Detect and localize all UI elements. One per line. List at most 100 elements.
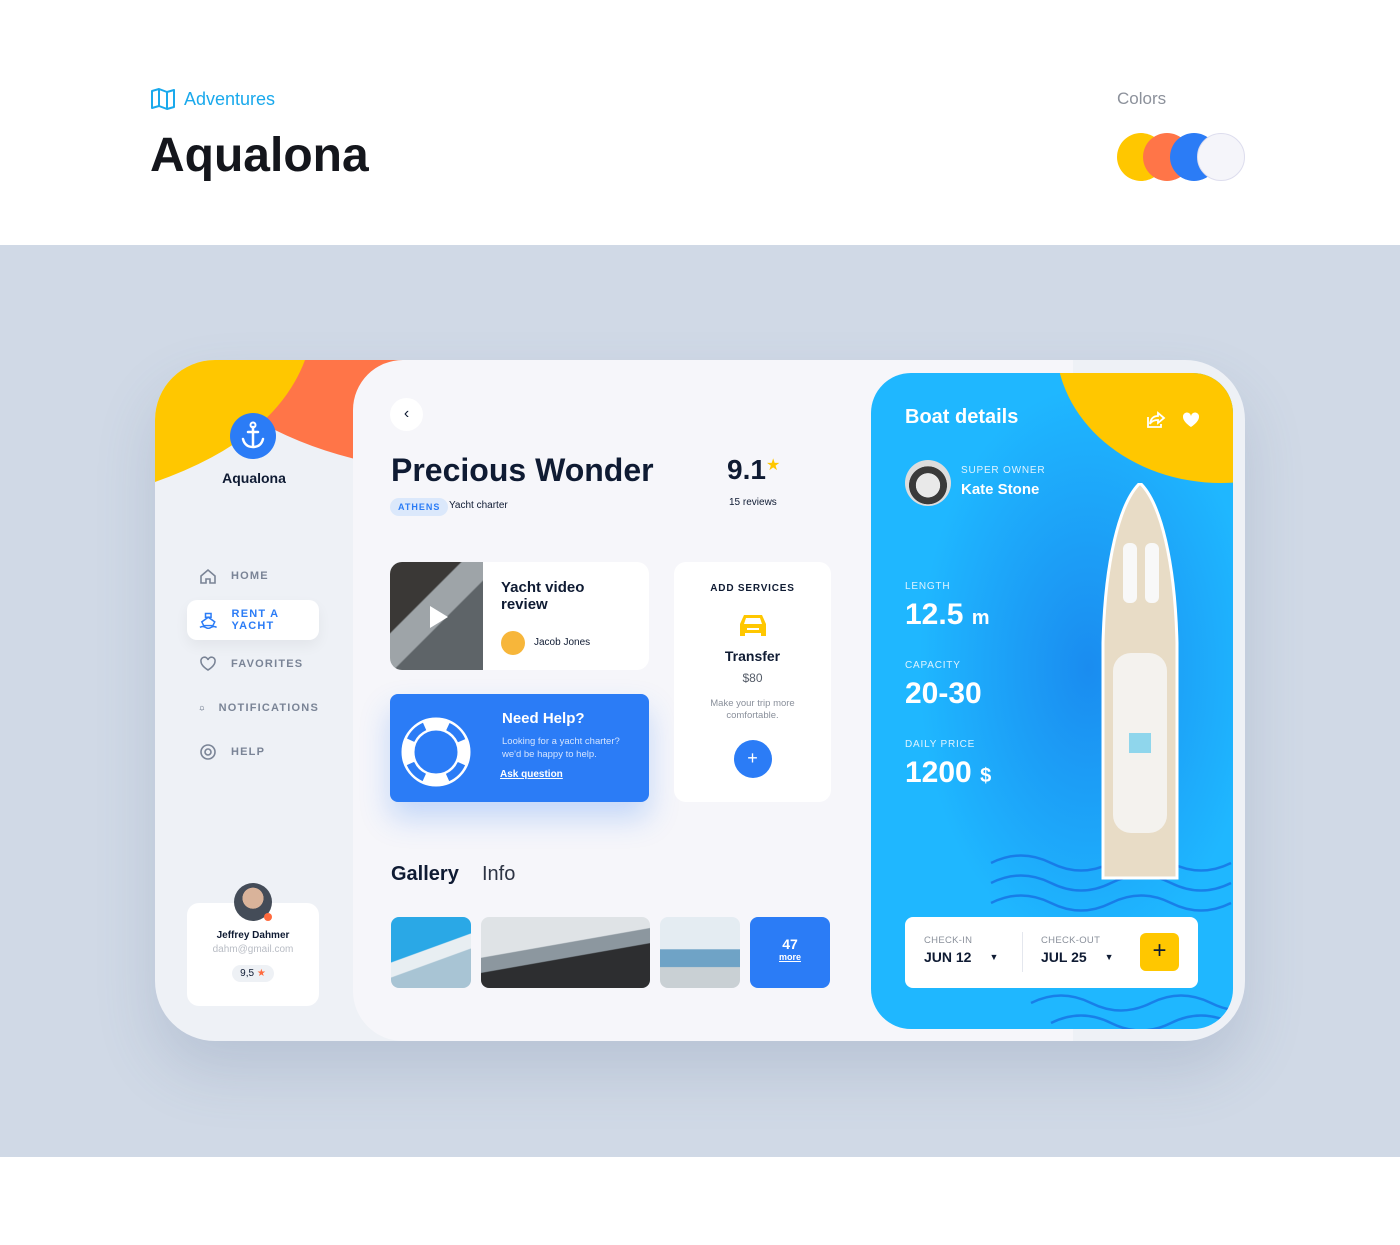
services-card: ADD SERVICES Transfer $80 Make your trip… xyxy=(674,562,831,802)
service-description: Make your trip more comfortable. xyxy=(674,698,831,722)
price-unit: $ xyxy=(980,765,992,787)
length-value: 12.5 m xyxy=(905,598,990,632)
page-title: Aqualona xyxy=(150,129,369,182)
sidebar-item-favorites[interactable]: FAVORITES xyxy=(187,644,319,684)
service-price: $80 xyxy=(742,671,763,685)
user-rating-badge: 9,5 ★ xyxy=(232,965,274,982)
category-label: Adventures xyxy=(184,88,276,109)
length-number: 12.5 xyxy=(905,598,964,631)
yacht-image xyxy=(1101,483,1179,880)
colors-label: Colors xyxy=(1117,89,1167,108)
tab-gallery[interactable]: Gallery xyxy=(391,863,459,886)
help-card: Need Help? Looking for a yacht charter? w… xyxy=(390,694,649,802)
nav-label: RENT A YACHT xyxy=(231,608,279,632)
details-title: Boat details xyxy=(905,406,1019,428)
sidebar-nav: HOME RENT A YACHT FAVORITES NOTIFICATION… xyxy=(187,556,319,772)
sidebar-item-help[interactable]: HELP xyxy=(187,732,319,772)
sidebar-item-rent-a-yacht[interactable]: RENT A YACHT xyxy=(187,600,319,640)
price-value: 1200 $ xyxy=(905,756,991,790)
help-title: Need Help? xyxy=(502,710,585,727)
video-title: Yacht video review xyxy=(501,579,584,613)
user-card[interactable]: Jeffrey Dahmer dahm@gmail.com 9,5 ★ xyxy=(187,883,319,1006)
star-icon: ★ xyxy=(766,457,781,474)
service-name: Transfer xyxy=(724,648,781,664)
checkin-label: CHECK-IN xyxy=(924,935,973,946)
category-link[interactable]: Adventures xyxy=(150,87,275,111)
map-icon xyxy=(151,88,175,110)
checkin-select[interactable]: JUN 12 ▼ xyxy=(924,949,998,965)
help-line: Looking for a yacht charter? xyxy=(502,736,620,747)
caret-down-icon: ▼ xyxy=(989,952,999,962)
star-icon: ★ xyxy=(256,968,266,979)
home-icon xyxy=(200,568,216,584)
owner-label: SUPER OWNER xyxy=(961,465,1046,476)
checkout-label: CHECK-OUT xyxy=(1041,935,1101,946)
nav-label: HELP xyxy=(231,746,266,758)
lifebuoy-icon xyxy=(200,744,216,760)
video-title-line: Yacht video xyxy=(501,579,585,596)
nav-label: NOTIFICATIONS xyxy=(218,702,319,714)
booking-bar: CHECK-IN JUN 12 ▼ CHECK-OUT JUL 25 ▼ + xyxy=(905,917,1198,988)
sidebar-item-notifications[interactable]: NOTIFICATIONS xyxy=(187,688,319,728)
video-author: Jacob Jones xyxy=(534,637,591,648)
chevron-left-icon: ‹ xyxy=(403,405,410,422)
gallery-image[interactable] xyxy=(391,917,471,988)
ship-icon xyxy=(199,612,218,629)
gallery-more-count: 47 xyxy=(782,936,798,952)
service-desc-line: comfortable. xyxy=(726,710,779,721)
video-title-line: review xyxy=(501,596,548,613)
gallery-more-label: more xyxy=(778,952,801,962)
caret-down-icon: ▼ xyxy=(1104,952,1114,962)
checkout-select[interactable]: JUL 25 ▼ xyxy=(1041,949,1114,965)
length-label: LENGTH xyxy=(905,581,951,592)
gallery-more-button[interactable]: 47 more xyxy=(750,917,830,988)
share-icon[interactable] xyxy=(1146,411,1166,429)
gallery-image[interactable] xyxy=(660,917,740,988)
checkin-value: JUN 12 xyxy=(924,949,972,965)
sidebar-brand: Aqualona xyxy=(222,470,286,486)
user-email: dahm@gmail.com xyxy=(212,944,294,955)
back-button[interactable]: ‹ xyxy=(390,398,423,431)
nav-label: HOME xyxy=(231,570,269,582)
panel-decor xyxy=(1056,373,1233,483)
capacity-value: 20-30 xyxy=(905,677,982,710)
service-desc-line: Make your trip more xyxy=(710,698,795,709)
ask-question-link[interactable]: Ask question xyxy=(500,769,563,780)
location-tag[interactable]: ATHENS xyxy=(390,498,449,516)
play-icon[interactable] xyxy=(430,606,448,628)
app-window: Aqualona HOME RENT A YACHT FAVORITES NOT… xyxy=(155,360,1245,1041)
swatch-white xyxy=(1197,133,1245,181)
checkout-value: JUL 25 xyxy=(1041,949,1087,965)
capacity-label: CAPACITY xyxy=(905,660,961,671)
user-rating: 9,5 xyxy=(240,968,255,979)
rating-value: 9.1 xyxy=(727,454,766,485)
help-line: we'd be happy to help. xyxy=(502,749,597,760)
length-unit: m xyxy=(971,607,990,629)
user-name: Jeffrey Dahmer xyxy=(216,930,290,941)
sidebar-item-home[interactable]: HOME xyxy=(187,556,319,596)
bell-icon xyxy=(199,705,205,711)
color-palette xyxy=(1117,133,1247,181)
divider xyxy=(1022,932,1023,972)
gallery-image[interactable] xyxy=(481,917,650,988)
video-card[interactable]: Yacht video review Jacob Jones xyxy=(390,562,649,670)
status-dot xyxy=(264,913,272,921)
nav-label: FAVORITES xyxy=(231,658,304,670)
owner-avatar xyxy=(905,460,951,506)
yacht-subtitle: Yacht charter xyxy=(449,500,508,511)
heart-icon[interactable] xyxy=(1182,412,1200,428)
boat-details-panel: Boat details SUPER OWNER Kate Stone LENG… xyxy=(871,373,1233,1029)
tab-info[interactable]: Info xyxy=(482,863,515,886)
heart-icon xyxy=(200,656,216,671)
add-service-button[interactable]: + xyxy=(733,740,772,778)
logo-anchor-icon[interactable] xyxy=(230,413,276,459)
price-number: 1200 xyxy=(905,756,972,789)
help-text: Looking for a yacht charter? we'd be happ… xyxy=(502,735,620,761)
book-add-button[interactable]: + xyxy=(1140,933,1179,971)
owner-name[interactable]: Kate Stone xyxy=(961,481,1039,498)
car-icon xyxy=(739,615,766,636)
services-heading: ADD SERVICES xyxy=(710,583,795,594)
author-avatar xyxy=(501,631,525,655)
lifebuoy-icon xyxy=(401,717,471,787)
reviews-count[interactable]: 15 reviews xyxy=(729,497,777,508)
